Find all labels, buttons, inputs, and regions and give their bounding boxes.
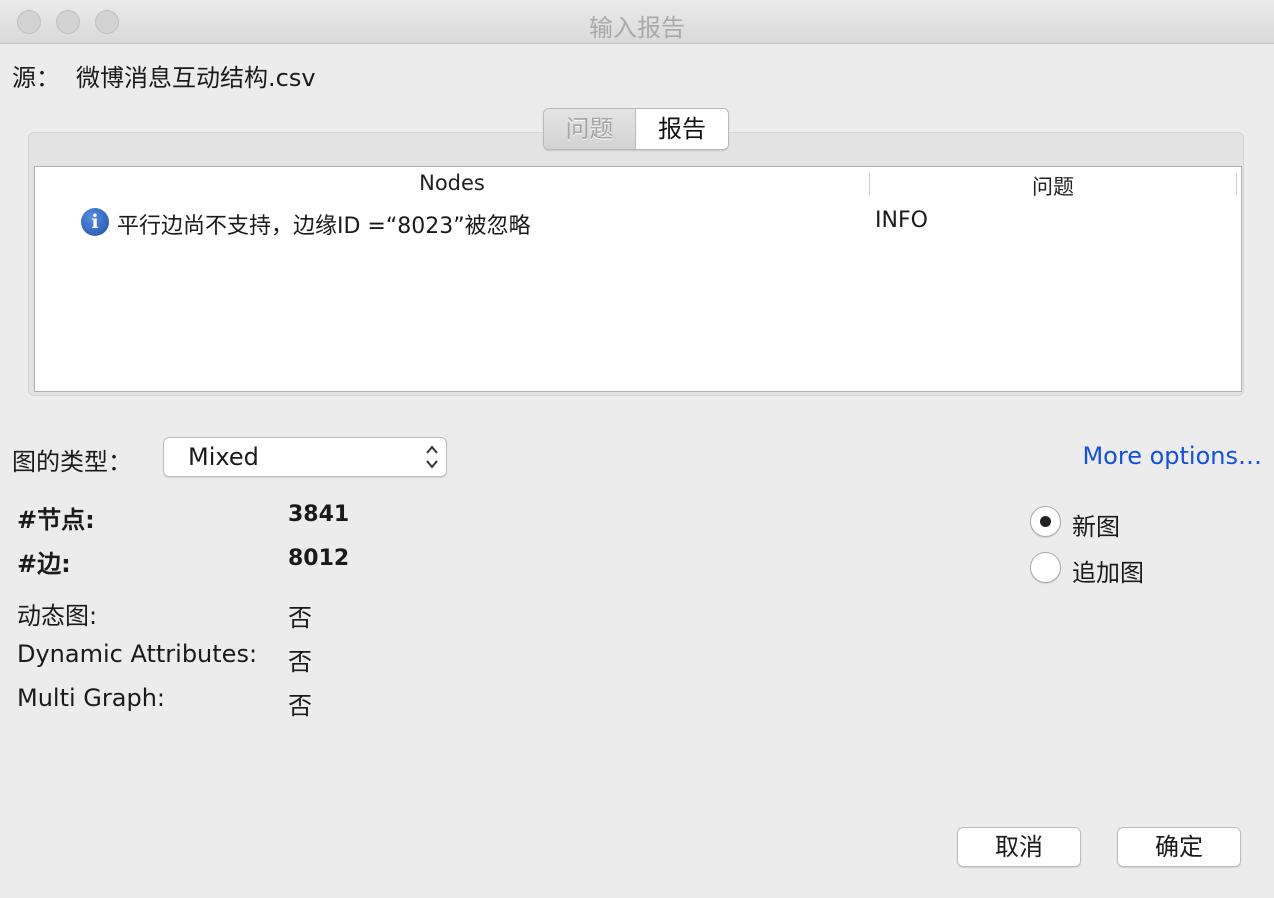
source-filename: 微博消息互动结构.csv (76, 64, 316, 92)
new-graph-radio[interactable] (1030, 506, 1061, 537)
dynamic-graph-label: 动态图: (17, 602, 98, 630)
ok-button[interactable]: 确定 (1117, 827, 1241, 867)
node-count-value: 3841 (288, 502, 350, 527)
tab-bar: 问题 报告 (543, 108, 729, 150)
append-graph-radio[interactable] (1030, 552, 1061, 583)
multi-graph-label: Multi Graph: (17, 684, 165, 712)
issue-message: 平行边尚不支持，边缘ID =“8023”被忽略 (117, 214, 531, 239)
cancel-button[interactable]: 取消 (957, 827, 1081, 867)
graph-type-select[interactable]: Mixed (163, 437, 447, 477)
more-options-link[interactable]: More options… (1082, 442, 1262, 470)
issue-type: INFO (875, 208, 928, 233)
tab-report[interactable]: 报告 (636, 109, 728, 149)
dynamic-graph-value: 否 (288, 604, 312, 632)
window-title: 输入报告 (589, 14, 685, 42)
title-bar: 输入报告 (0, 0, 1274, 44)
up-down-arrows-icon (426, 445, 438, 469)
new-graph-label[interactable]: 新图 (1072, 507, 1120, 542)
tab-issues[interactable]: 问题 (544, 109, 636, 149)
source-label: 源： (12, 64, 60, 92)
graph-type-label: 图的类型： (12, 448, 132, 476)
column-separator[interactable] (1236, 173, 1237, 195)
node-count-label: #节点: (17, 506, 95, 534)
issues-table: Nodes 问题 i 平行边尚不支持，边缘ID =“8023”被忽略 INFO (34, 166, 1242, 392)
column-header-issue[interactable]: 问题 (870, 171, 1236, 201)
graph-type-value: Mixed (188, 443, 259, 471)
dynamic-attributes-label: Dynamic Attributes: (17, 640, 258, 668)
dynamic-attributes-value: 否 (288, 648, 312, 676)
multi-graph-value: 否 (288, 692, 312, 720)
edge-count-value: 8012 (288, 546, 350, 571)
edge-count-label: #边: (17, 550, 71, 578)
column-header-nodes[interactable]: Nodes (35, 171, 869, 195)
append-graph-label[interactable]: 追加图 (1072, 553, 1144, 588)
info-icon: i (81, 208, 109, 236)
